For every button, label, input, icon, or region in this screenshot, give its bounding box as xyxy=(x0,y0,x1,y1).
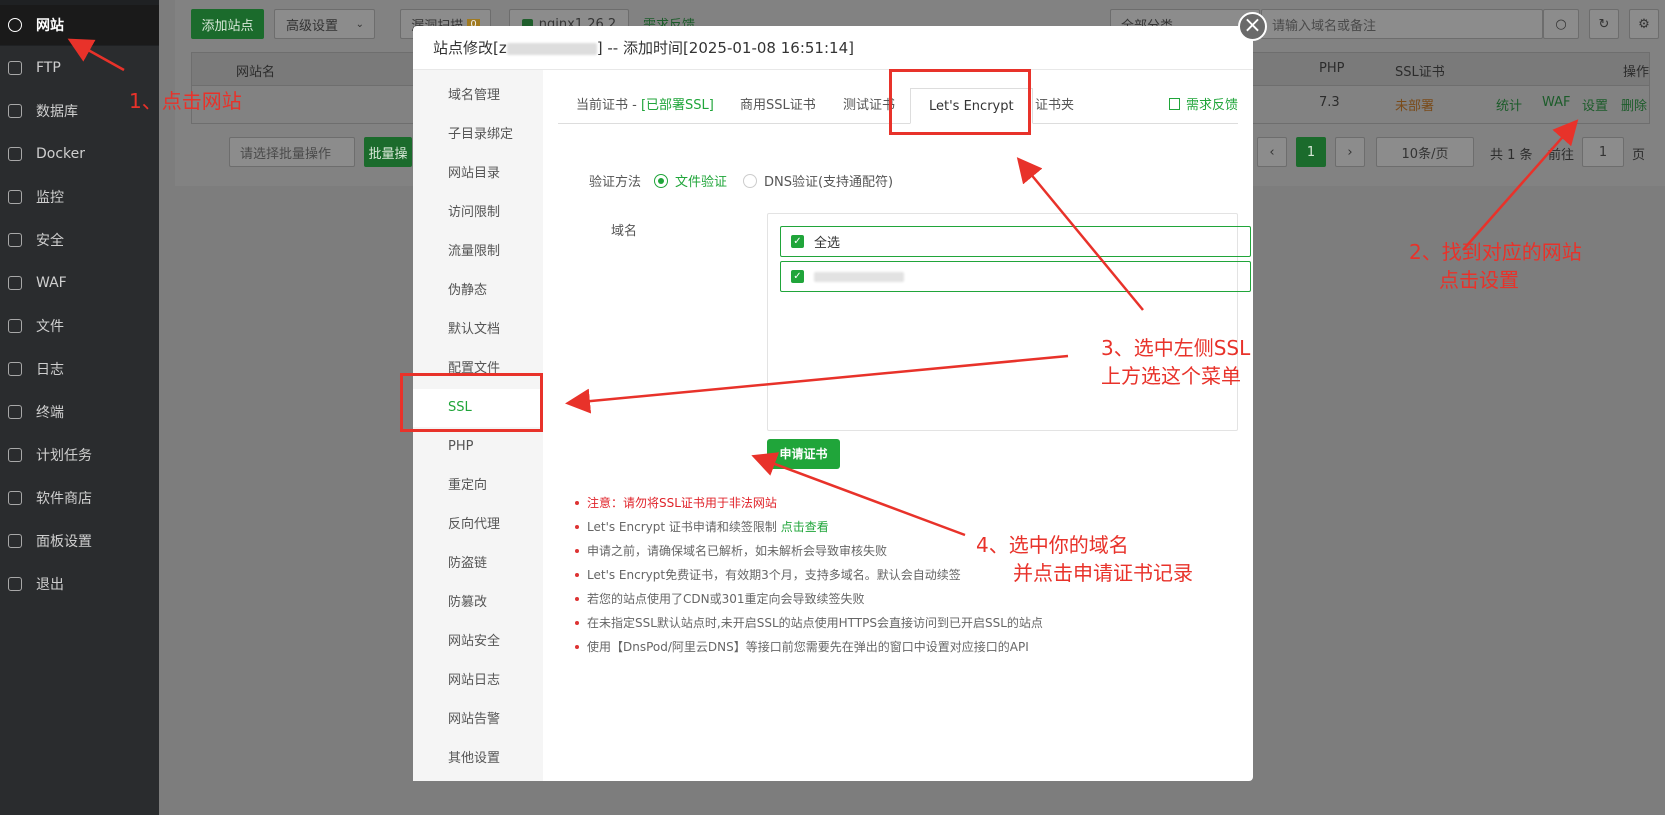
annotation-step2-line1: 2、找到对应的网站 xyxy=(1409,240,1582,264)
annotation-step2-line2: 点击设置 xyxy=(1439,268,1519,292)
annotation-step4-line2: 并点击申请证书记录 xyxy=(1013,561,1193,585)
annotation-step4-line1: 4、选中你的域名 xyxy=(976,533,1129,557)
annotation-step3-line1: 3、选中左侧SSL xyxy=(1101,336,1251,360)
annotation-arrows xyxy=(67,38,1579,537)
annotation-step3-line2: 上方选这个菜单 xyxy=(1101,364,1241,388)
annotation-step1: 1、点击网站 xyxy=(129,89,242,113)
